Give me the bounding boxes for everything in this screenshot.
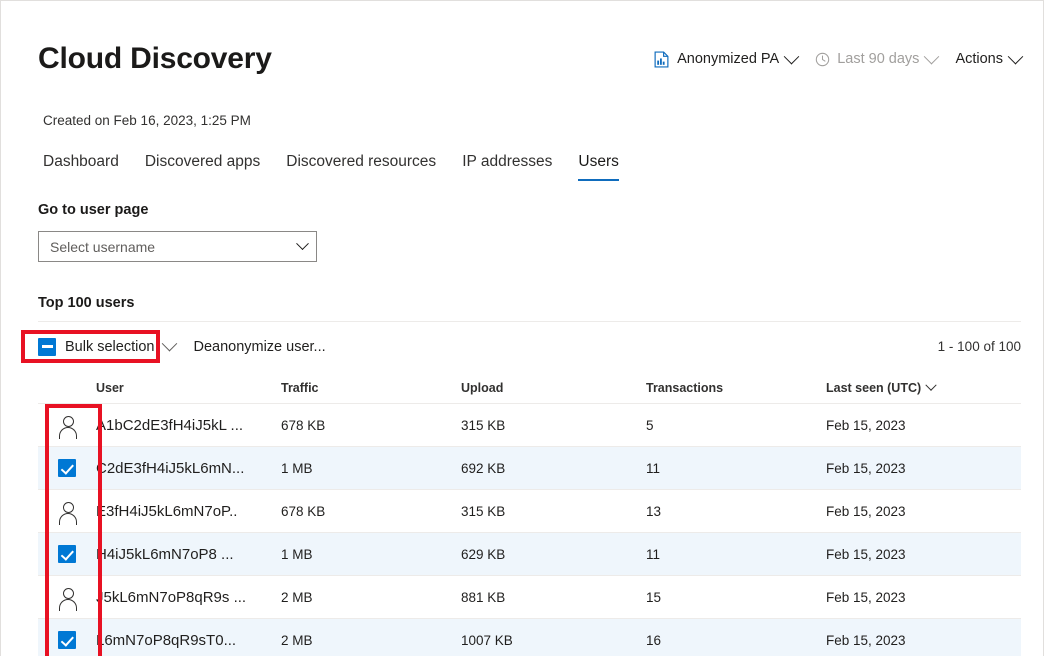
clock-icon xyxy=(815,52,830,67)
cell-transactions: 11 xyxy=(646,461,826,476)
row-checkbox-checked-icon[interactable] xyxy=(58,631,76,649)
table-header-last-seen-label: Last seen (UTC) xyxy=(826,381,921,395)
cell-transactions: 16 xyxy=(646,633,826,648)
tab-bar: Dashboard Discovered apps Discovered res… xyxy=(43,153,619,181)
tab-ip-addresses[interactable]: IP addresses xyxy=(462,153,552,181)
cell-user[interactable]: E3fH4iJ5kL6mN7oP.. xyxy=(96,503,281,520)
cell-upload: 881 KB xyxy=(461,590,646,605)
table-header-last-seen[interactable]: Last seen (UTC) xyxy=(826,381,1021,395)
cell-user[interactable]: J5kL6mN7oP8qR9s ... xyxy=(96,589,281,606)
table-row[interactable]: H4iJ5kL6mN7oP8 ... 1 MB 629 KB 11 Feb 15… xyxy=(38,532,1021,575)
table-header-transactions[interactable]: Transactions xyxy=(646,381,826,395)
cell-user[interactable]: H4iJ5kL6mN7oP8 ... xyxy=(96,546,281,563)
cell-traffic: 1 MB xyxy=(281,461,461,476)
cell-last-seen: Feb 15, 2023 xyxy=(826,590,1021,605)
cell-upload: 692 KB xyxy=(461,461,646,476)
cell-traffic: 2 MB xyxy=(281,633,461,648)
cell-traffic: 2 MB xyxy=(281,590,461,605)
cell-upload: 629 KB xyxy=(461,547,646,562)
cell-user[interactable]: A1bC2dE3fH4iJ5kL ... xyxy=(96,417,281,434)
table-row[interactable]: J5kL6mN7oP8qR9s ... 2 MB 881 KB 15 Feb 1… xyxy=(38,575,1021,618)
pagination-count: 1 - 100 of 100 xyxy=(938,339,1021,354)
page-title: Cloud Discovery xyxy=(38,44,272,74)
cell-user[interactable]: L6mN7oP8qR9sT0... xyxy=(96,632,281,649)
person-icon[interactable] xyxy=(57,415,77,435)
row-select-cell[interactable] xyxy=(38,501,96,521)
deanonymize-user-label: Deanonymize user... xyxy=(193,339,325,355)
table-header-upload[interactable]: Upload xyxy=(461,381,646,395)
report-icon xyxy=(653,51,670,68)
cell-last-seen: Feb 15, 2023 xyxy=(826,418,1021,433)
table-row[interactable]: C2dE3fH4iJ5kL6mN... 1 MB 692 KB 11 Feb 1… xyxy=(38,446,1021,489)
sort-descending-icon xyxy=(925,380,936,391)
table-header-user[interactable]: User xyxy=(96,381,281,395)
date-range-button[interactable]: Last 90 days xyxy=(815,51,937,67)
actions-button[interactable]: Actions xyxy=(955,51,1021,67)
date-range-label: Last 90 days xyxy=(837,51,919,67)
chevron-down-icon xyxy=(1008,48,1024,64)
cell-traffic: 1 MB xyxy=(281,547,461,562)
bulk-selection-label: Bulk selection xyxy=(65,339,154,355)
tab-discovered-resources[interactable]: Discovered resources xyxy=(286,153,436,181)
cell-last-seen: Feb 15, 2023 xyxy=(826,633,1021,648)
row-select-cell[interactable] xyxy=(38,587,96,607)
person-icon[interactable] xyxy=(57,587,77,607)
row-select-cell[interactable] xyxy=(38,631,96,649)
row-select-cell[interactable] xyxy=(38,545,96,563)
table-header-row: User Traffic Upload Transactions Last se… xyxy=(38,373,1021,403)
cell-upload: 1007 KB xyxy=(461,633,646,648)
person-icon[interactable] xyxy=(57,501,77,521)
section-title: Top 100 users xyxy=(38,295,134,311)
row-select-cell[interactable] xyxy=(38,459,96,477)
bulk-selection-checkbox-icon[interactable] xyxy=(38,338,56,356)
tab-users[interactable]: Users xyxy=(578,153,618,181)
report-selector-label: Anonymized PA xyxy=(677,51,779,67)
command-bar: Bulk selection Deanonymize user... 1 - 1… xyxy=(38,321,1021,371)
table-row[interactable]: A1bC2dE3fH4iJ5kL ... 678 KB 315 KB 5 Feb… xyxy=(38,403,1021,446)
page-header: Cloud Discovery Anonymized PA Las xyxy=(1,33,1043,85)
username-select[interactable]: Select username xyxy=(38,231,317,262)
chevron-down-icon xyxy=(784,48,800,64)
chevron-down-icon xyxy=(296,237,309,250)
cell-traffic: 678 KB xyxy=(281,504,461,519)
cell-last-seen: Feb 15, 2023 xyxy=(826,461,1021,476)
header-toolbar: Anonymized PA Last 90 days Actions xyxy=(653,51,1021,68)
row-checkbox-checked-icon[interactable] xyxy=(58,545,76,563)
users-table: User Traffic Upload Transactions Last se… xyxy=(38,373,1021,656)
go-to-user-page-label: Go to user page xyxy=(38,202,148,218)
bulk-selection-button[interactable]: Bulk selection xyxy=(38,338,154,356)
actions-label: Actions xyxy=(955,51,1003,67)
chevron-down-icon[interactable] xyxy=(162,336,178,352)
cell-upload: 315 KB xyxy=(461,504,646,519)
row-select-cell[interactable] xyxy=(38,415,96,435)
cell-transactions: 15 xyxy=(646,590,826,605)
cell-user[interactable]: C2dE3fH4iJ5kL6mN... xyxy=(96,460,281,477)
cell-transactions: 5 xyxy=(646,418,826,433)
tab-dashboard[interactable]: Dashboard xyxy=(43,153,119,181)
report-selector-button[interactable]: Anonymized PA xyxy=(653,51,797,68)
cell-last-seen: Feb 15, 2023 xyxy=(826,547,1021,562)
table-row[interactable]: E3fH4iJ5kL6mN7oP.. 678 KB 315 KB 13 Feb … xyxy=(38,489,1021,532)
cloud-discovery-page: Cloud Discovery Anonymized PA Las xyxy=(0,0,1044,656)
cell-transactions: 13 xyxy=(646,504,826,519)
tab-discovered-apps[interactable]: Discovered apps xyxy=(145,153,260,181)
cell-traffic: 678 KB xyxy=(281,418,461,433)
username-select-value: Select username xyxy=(50,239,155,255)
deanonymize-user-button[interactable]: Deanonymize user... xyxy=(193,339,325,355)
cell-transactions: 11 xyxy=(646,547,826,562)
table-header-traffic[interactable]: Traffic xyxy=(281,381,461,395)
row-checkbox-checked-icon[interactable] xyxy=(58,459,76,477)
created-timestamp: Created on Feb 16, 2023, 1:25 PM xyxy=(43,113,251,128)
table-row[interactable]: L6mN7oP8qR9sT0... 2 MB 1007 KB 16 Feb 15… xyxy=(38,618,1021,656)
cell-last-seen: Feb 15, 2023 xyxy=(826,504,1021,519)
chevron-down-icon xyxy=(924,48,940,64)
cell-upload: 315 KB xyxy=(461,418,646,433)
